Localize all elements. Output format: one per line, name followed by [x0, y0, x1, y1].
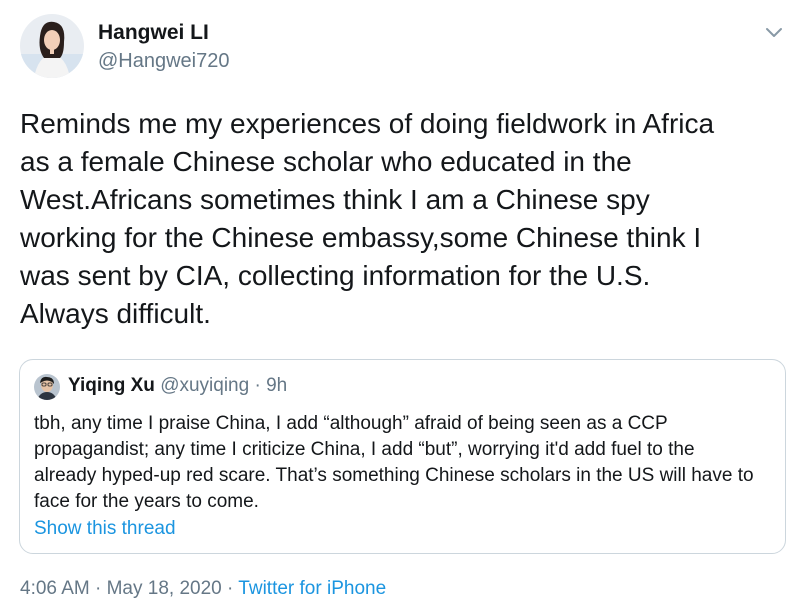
quoted-age: 9h	[266, 375, 288, 396]
footer-separator: ·	[227, 578, 234, 599]
show-thread-link[interactable]: Show this thread	[34, 518, 176, 540]
tweet-footer: 4:06 AM · May 18, 2020 · Twitter for iPh…	[20, 578, 386, 600]
chevron-down-icon[interactable]	[762, 20, 786, 44]
quoted-header: Yiqing Xu @xuyiqing · 9h	[68, 375, 287, 397]
tweet-text: Reminds me my experiences of doing field…	[20, 108, 715, 329]
quoted-text: tbh, any time I praise China, I add “alt…	[34, 413, 754, 512]
quoted-tweet[interactable]: Yiqing Xu @xuyiqing · 9h tbh, any time I…	[19, 359, 786, 554]
avatar-photo	[20, 14, 84, 78]
quoted-author-avatar	[34, 374, 60, 400]
tweet-date[interactable]: May 18, 2020	[107, 578, 222, 599]
tweet-source[interactable]: Twitter for iPhone	[238, 578, 386, 599]
quoted-author-name: Yiqing Xu	[68, 375, 155, 396]
author-avatar[interactable]	[20, 14, 84, 78]
tweet-time[interactable]: 4:06 AM	[20, 578, 90, 599]
author-handle: @Hangwei720	[98, 50, 230, 72]
footer-separator: ·	[95, 578, 102, 599]
quoted-separator: ·	[254, 375, 261, 396]
tweet-card: Hangwei LI @Hangwei720 Reminds me my exp…	[0, 0, 800, 610]
author-name[interactable]: Hangwei LI	[98, 21, 209, 45]
quoted-author-handle: @xuyiqing	[160, 375, 250, 396]
